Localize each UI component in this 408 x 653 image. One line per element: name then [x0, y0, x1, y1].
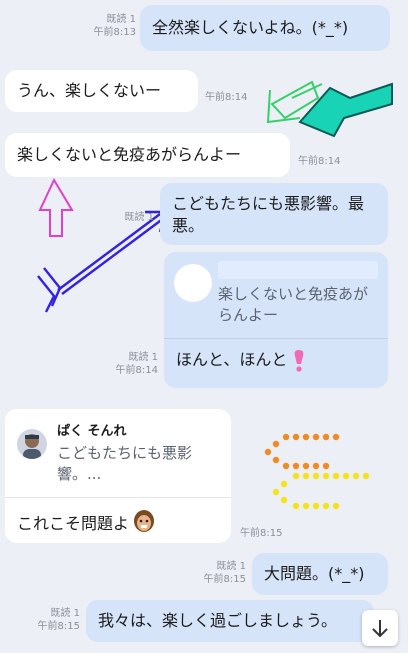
timestamp: 午前8:14 [205, 92, 248, 103]
message-text: うん、楽しくないー [17, 81, 162, 100]
read-receipt: 既読 1 午前8:15 [190, 561, 246, 586]
message-text: これこそ問題よ [17, 514, 130, 533]
quoted-message[interactable]: ぱく そんれ こどもたちにも悪影響。... [5, 409, 231, 498]
message-text: 我々は、楽しく過ごしましょう。 [98, 611, 338, 630]
sender-avatar [17, 429, 47, 459]
message-bubble[interactable]: うん、楽しくないー [5, 70, 198, 112]
timestamp: 午前8:15 [37, 620, 80, 632]
read-status: 既読 1 [216, 561, 246, 572]
read-receipt: 既読 1 [100, 212, 154, 225]
timestamp: 午前8:14 [298, 156, 341, 167]
timestamp: 午前8:15 [240, 528, 283, 539]
timestamp: 午前8:14 [115, 364, 158, 376]
message-bubble[interactable]: 楽しくないと免疫あがらんよー [5, 133, 290, 177]
sender-name: ぱく そんれ [57, 424, 127, 439]
blue-arrow-doodle [37, 210, 168, 313]
message-bubble[interactable]: こどもたちにも悪影響。最悪。 [160, 183, 388, 245]
read-receipt: 既読 1 午前8:15 [24, 608, 80, 633]
read-receipt: 既読 1 午前8:13 [70, 14, 136, 39]
reply-message-bubble[interactable]: ぱく そんれ こどもたちにも悪影響。... これこそ問題よ [5, 409, 231, 543]
quoted-avatar [174, 264, 212, 302]
quoted-text: こどもたちにも悪影響。... [57, 444, 193, 483]
read-status: 既読 1 [106, 14, 136, 25]
scroll-down-button[interactable] [362, 610, 398, 646]
pink-arrow-doodle [38, 177, 74, 237]
quoted-sender-placeholder [218, 261, 378, 279]
read-status: 既読 1 [124, 212, 154, 223]
read-status: 既読 1 [128, 352, 158, 363]
message-bubble[interactable]: 大問題。(*_*) [252, 553, 388, 595]
message-text: 楽しくないと免疫あがらんよー [17, 145, 242, 164]
message-text: こどもたちにも悪影響。最悪。 [172, 194, 365, 235]
timestamp: 午前8:13 [93, 26, 136, 38]
message-text: ほんと、ほんと [176, 350, 288, 369]
green-arrow-doodle [266, 80, 323, 124]
exclamation-emoji-icon [293, 349, 304, 372]
message-text: 全然楽しくないよね。(*_*) [152, 18, 349, 37]
read-receipt: 既読 1 午前8:14 [102, 352, 158, 377]
message-bubble[interactable]: 全然楽しくないよね。(*_*) [140, 5, 390, 51]
message-bubble[interactable]: 我々は、楽しく過ごしましょう。 [86, 600, 374, 642]
quoted-message[interactable]: 楽しくないと免疫あがらんよー [164, 252, 388, 339]
timestamp: 午前8:15 [203, 573, 246, 585]
message-text: 大問題。(*_*) [264, 564, 365, 583]
read-status: 既読 1 [50, 608, 80, 619]
quoted-text: 楽しくないと免疫あがらんよー [218, 285, 369, 324]
yellow-dot-arrow-doodle [272, 472, 370, 510]
face-emoji-icon [133, 509, 155, 539]
orange-dot-arrow-doodle [264, 433, 340, 470]
scroll-down-icon [372, 620, 388, 638]
teal-arrow-doodle [298, 82, 393, 138]
reply-message-bubble[interactable]: 楽しくないと免疫あがらんよー ほんと、ほんと [164, 252, 388, 388]
